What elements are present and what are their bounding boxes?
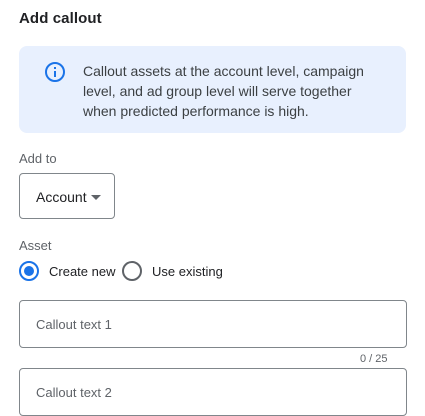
info-banner-text: Callout assets at the account level, cam…: [83, 63, 364, 119]
info-banner: Callout assets at the account level, cam…: [19, 46, 406, 133]
asset-label: Asset: [19, 238, 52, 253]
create-new-radio[interactable]: [19, 261, 39, 281]
callout-text-1-input[interactable]: [19, 300, 407, 348]
add-to-label: Add to: [19, 151, 57, 166]
add-to-dropdown[interactable]: Account: [19, 173, 115, 219]
character-counter: 0 / 25: [360, 353, 388, 365]
info-icon: [45, 62, 65, 82]
section-title: Add callout: [19, 10, 102, 27]
use-existing-label[interactable]: Use existing: [152, 264, 223, 279]
callout-text-2-input[interactable]: [19, 368, 407, 416]
use-existing-radio[interactable]: [122, 261, 142, 281]
dropdown-caret-icon: [91, 195, 101, 200]
asset-radio-group: Create new Use existing: [19, 261, 259, 283]
create-new-label[interactable]: Create new: [49, 264, 115, 279]
add-to-selected-value: Account: [36, 189, 87, 205]
